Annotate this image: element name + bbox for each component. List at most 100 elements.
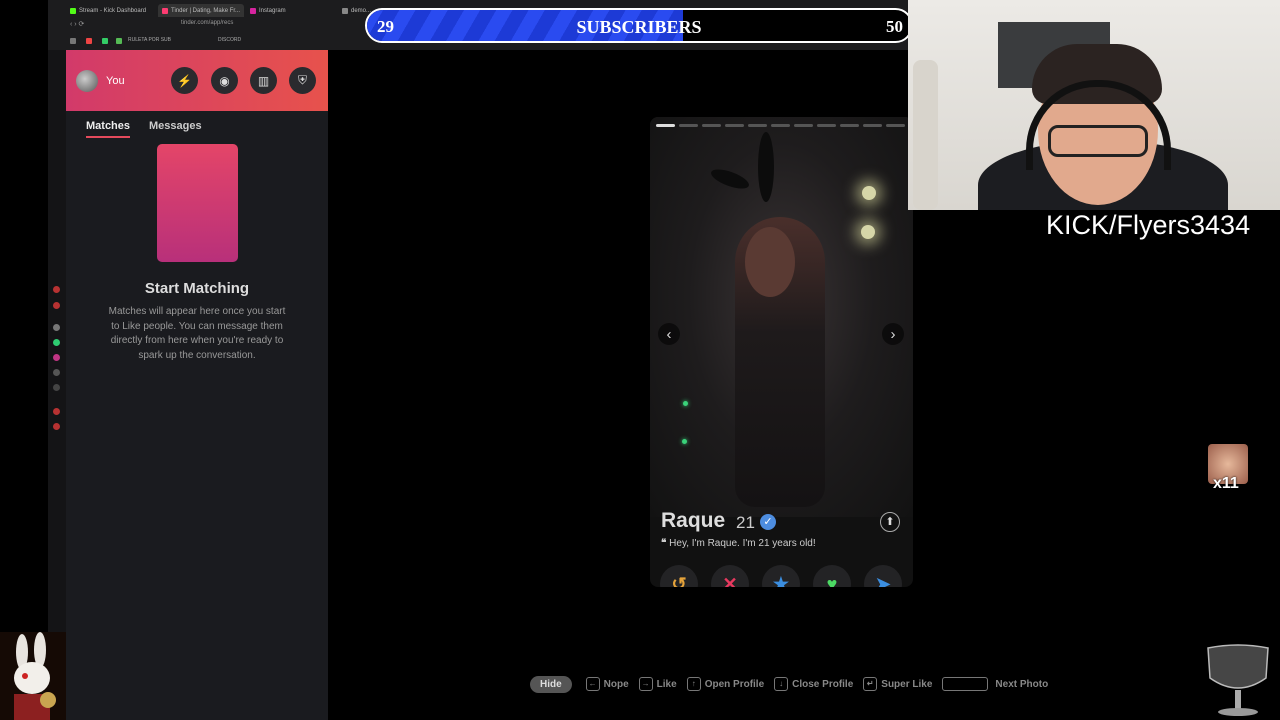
tab-underline bbox=[86, 136, 130, 138]
profile-label[interactable]: You bbox=[106, 75, 125, 87]
key-icon: ← bbox=[585, 677, 600, 691]
instagram-icon bbox=[250, 7, 256, 14]
photo-light bbox=[682, 439, 687, 444]
super-like-icon: ★ bbox=[772, 573, 790, 588]
hint-item: Next Photo bbox=[942, 677, 1048, 691]
hint-label: Open Profile bbox=[704, 678, 765, 690]
glass-icon bbox=[1207, 644, 1269, 716]
photo-indicator-bar bbox=[886, 124, 905, 127]
open-profile-icon[interactable]: ⬆ bbox=[880, 512, 900, 532]
explore-icon[interactable]: ◉ bbox=[211, 67, 238, 94]
photo-indicator-bar bbox=[679, 124, 698, 127]
nav-buttons[interactable]: ‹ › ⟳ bbox=[70, 20, 84, 28]
hint-item: ← Nope bbox=[585, 677, 629, 691]
browser-tab-instagram[interactable]: Instagram bbox=[246, 4, 290, 17]
empty-state-title: Start Matching bbox=[144, 280, 250, 297]
tab-matches[interactable]: Matches bbox=[86, 120, 130, 132]
instagram-icon[interactable] bbox=[53, 354, 60, 361]
bookmark-discord[interactable]: DISCORD bbox=[218, 37, 241, 43]
keyboard-hints: Hide ← Nope → Like ↑ Open Profile ↓ Close Profi… bbox=[530, 674, 1058, 694]
tinder-sidebar: You ⚡ ◉ ▥ ⛨ Matches Messages Start Match… bbox=[66, 50, 328, 720]
nope-button[interactable]: ✕ bbox=[711, 565, 749, 587]
webcam-background bbox=[913, 60, 938, 210]
boost-icon: ➤ bbox=[875, 573, 891, 588]
boost-icon[interactable]: ⚡ bbox=[171, 67, 198, 94]
profile-card[interactable]: ‹ › Raque 21 ✓ ⬆ ❝ Hey, I'm Raque. I'm 2… bbox=[650, 117, 913, 587]
rabbit-icon bbox=[0, 632, 66, 720]
profile-bio: ❝ Hey, I'm Raque. I'm 21 years old! bbox=[661, 538, 816, 549]
hint-label: Close Profile bbox=[792, 678, 854, 690]
empty-state-description: Matches will appear here once you start … bbox=[108, 306, 286, 361]
hint-label: Like bbox=[656, 678, 677, 690]
photo-indicator-bar bbox=[725, 124, 744, 127]
photo-light bbox=[683, 401, 688, 406]
photo-indicator-bar bbox=[794, 124, 813, 127]
nope-icon: ✕ bbox=[722, 573, 738, 588]
browser-tab-tinder[interactable]: Tinder | Dating, Make Fr... bbox=[158, 4, 245, 17]
photo-light bbox=[861, 225, 875, 239]
hint-label: Next Photo bbox=[995, 678, 1049, 690]
stream-handle: KICK/Flyers3434 bbox=[1046, 210, 1251, 240]
key-icon: → bbox=[638, 677, 653, 691]
app-icon[interactable] bbox=[53, 324, 60, 331]
profile-age: 21 bbox=[736, 513, 755, 532]
sidebar-header: You ⚡ ◉ ▥ ⛨ bbox=[66, 50, 328, 111]
hint-item: ↵ Super Like bbox=[863, 677, 932, 691]
profile-photo[interactable] bbox=[650, 117, 913, 517]
bookmark-ruleta[interactable]: RULETA POR SUB bbox=[128, 37, 171, 43]
work-icon[interactable]: ▥ bbox=[250, 67, 277, 94]
photo-indicator-bar bbox=[840, 124, 859, 127]
shield-icon[interactable]: ⛨ bbox=[289, 67, 316, 94]
url-bar[interactable]: tinder.com/app/recs bbox=[181, 20, 233, 26]
x-icon[interactable] bbox=[53, 384, 60, 391]
browser-tab-kick[interactable]: Stream - Kick Dashboard bbox=[66, 4, 150, 17]
subscriber-goal-target: 50 bbox=[886, 17, 903, 36]
whatsapp-icon[interactable] bbox=[53, 339, 60, 346]
boost-button[interactable]: ➤ bbox=[864, 565, 902, 587]
chevron-left-icon[interactable]: ‹ bbox=[658, 323, 680, 345]
kick-icon bbox=[70, 7, 76, 14]
key-icon: ↓ bbox=[774, 677, 789, 691]
photo-indicator-bar bbox=[702, 124, 721, 127]
profile-name: Raque bbox=[661, 509, 726, 532]
hint-item: → Like bbox=[638, 677, 677, 691]
key-icon: ↑ bbox=[686, 677, 701, 691]
app-icon[interactable] bbox=[53, 408, 60, 415]
hint-item: ↓ Close Profile bbox=[774, 677, 853, 691]
hide-hints-button[interactable]: Hide bbox=[530, 675, 572, 693]
hint-item: ↑ Open Profile bbox=[686, 677, 765, 691]
rewind-icon: ↺ bbox=[671, 573, 687, 588]
like-button[interactable]: ♥ bbox=[813, 565, 851, 587]
like-icon: ♥ bbox=[826, 573, 838, 588]
bookmark-icon bbox=[102, 38, 108, 44]
photo-indicator-bar bbox=[656, 124, 675, 127]
app-icon[interactable] bbox=[53, 423, 60, 430]
tiktok-icon[interactable] bbox=[53, 369, 60, 376]
chevron-right-icon[interactable]: › bbox=[882, 323, 904, 345]
emote-count: x11 bbox=[1213, 475, 1239, 492]
bookmark-icon bbox=[86, 38, 92, 44]
photo-figure-head bbox=[745, 227, 795, 297]
key-icon: ↵ bbox=[863, 677, 878, 691]
hint-label: Super Like bbox=[881, 678, 933, 690]
photo-indicator-bar bbox=[817, 124, 836, 127]
subscriber-goal-title: SUBSCRIBERS bbox=[576, 17, 702, 37]
photo-indicator-bar bbox=[771, 124, 790, 127]
tab-messages[interactable]: Messages bbox=[149, 120, 202, 132]
tinder-icon bbox=[162, 7, 168, 14]
app-icon[interactable] bbox=[53, 302, 60, 309]
photo-indicator-bar bbox=[863, 124, 882, 127]
subscriber-goal-bar: 29 SUBSCRIBERS 50 bbox=[365, 8, 913, 43]
rewind-button[interactable]: ↺ bbox=[660, 565, 698, 587]
globe-icon bbox=[342, 7, 348, 14]
app-icon[interactable] bbox=[53, 286, 60, 293]
photo-light bbox=[862, 186, 876, 200]
browser-side-strip bbox=[48, 50, 66, 720]
super-like-button[interactable]: ★ bbox=[762, 565, 800, 587]
verified-badge-icon: ✓ bbox=[760, 514, 776, 530]
empty-match-card bbox=[157, 144, 238, 262]
bunny-ear bbox=[708, 165, 752, 193]
avatar[interactable] bbox=[76, 70, 98, 92]
bookmark-icon bbox=[116, 38, 122, 44]
quote-icon: ❝ bbox=[661, 538, 670, 549]
